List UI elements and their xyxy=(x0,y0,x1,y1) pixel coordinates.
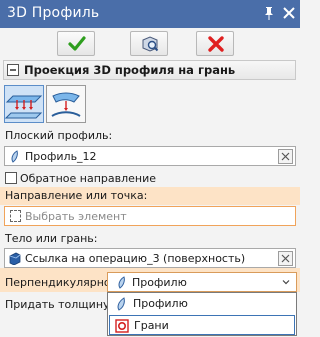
surface-reference-icon xyxy=(9,252,21,265)
cancel-button[interactable] xyxy=(196,31,234,56)
direction-or-point-placeholder: Выбрать элемент xyxy=(25,210,127,223)
close-icon[interactable] xyxy=(282,4,296,22)
clear-flat-profile-button[interactable] xyxy=(278,149,293,164)
mode-project-surface-button[interactable] xyxy=(46,85,86,123)
profile-sketch-icon xyxy=(118,276,125,289)
body-or-face-field[interactable]: Ссылка на операцию_3 (поверхность) xyxy=(4,248,296,268)
give-thickness-label: Придать толщину: xyxy=(5,298,114,311)
reverse-direction-checkbox[interactable] xyxy=(5,172,17,184)
body-or-face-label: Тело или грань: xyxy=(5,232,98,245)
flat-profile-label: Плоский профиль: xyxy=(5,129,113,142)
title-bar: 3D Профиль xyxy=(0,0,300,28)
checkmark-icon xyxy=(68,36,86,51)
perpendicular-label: Перпендикулярно: xyxy=(5,276,115,289)
perpendicular-value: Профилю xyxy=(132,276,187,289)
clear-icon xyxy=(281,254,290,263)
perpendicular-select[interactable]: Профилю xyxy=(107,272,297,292)
body-or-face-value: Ссылка на операцию_3 (поверхность) xyxy=(25,252,246,265)
ok-button[interactable] xyxy=(57,31,95,56)
dropdown-option-face[interactable]: Грани xyxy=(109,315,295,335)
preview-icon xyxy=(142,36,159,52)
select-element-icon xyxy=(10,210,21,222)
cancel-icon xyxy=(208,36,224,52)
reverse-direction-label: Обратное направление xyxy=(20,172,156,185)
section-header[interactable]: Проекция 3D профиля на грань xyxy=(3,60,296,80)
project-to-surface-icon xyxy=(51,92,81,117)
flat-profile-field[interactable]: Профиль_12 xyxy=(4,146,296,166)
window-title: 3D Профиль xyxy=(7,5,100,21)
mode-project-normal-button[interactable] xyxy=(4,85,44,123)
clear-body-or-face-button[interactable] xyxy=(278,251,293,266)
direction-or-point-field[interactable]: Выбрать элемент xyxy=(4,206,296,226)
pin-icon[interactable] xyxy=(263,6,275,20)
action-toolbar xyxy=(0,28,300,60)
dropdown-option-label: Грани xyxy=(134,319,169,332)
clear-icon xyxy=(281,152,290,161)
chevron-down-icon xyxy=(282,280,290,285)
profile-sketch-icon xyxy=(117,297,125,311)
profile-sketch-icon xyxy=(11,150,18,163)
face-icon xyxy=(115,319,129,333)
collapse-icon[interactable] xyxy=(7,64,19,76)
project-to-face-icon xyxy=(4,95,43,119)
dropdown-option-label: Профилю xyxy=(133,297,188,310)
preview-button[interactable] xyxy=(130,31,168,56)
dropdown-option-profile[interactable]: Профилю xyxy=(109,294,295,314)
direction-or-point-label: Направление или точка: xyxy=(5,189,148,202)
flat-profile-value: Профиль_12 xyxy=(25,150,97,163)
perpendicular-dropdown-list: Профилю Грани xyxy=(107,292,297,336)
section-title: Проекция 3D профиля на грань xyxy=(24,63,236,77)
